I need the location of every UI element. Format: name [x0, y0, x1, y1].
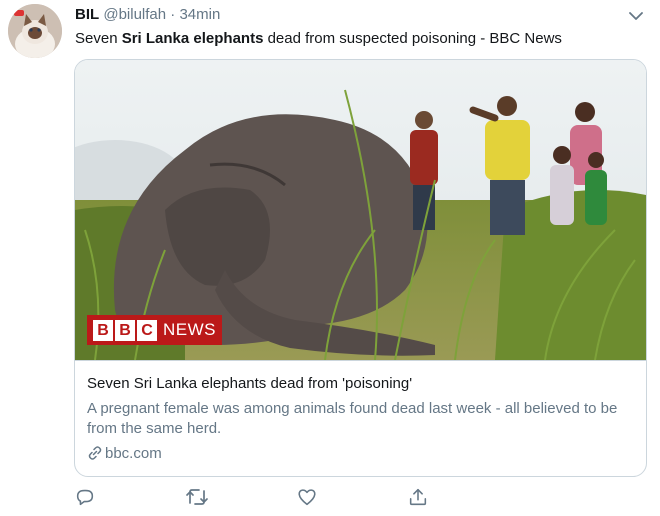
- author-name[interactable]: BIL: [75, 6, 99, 23]
- tweet-actions: [74, 486, 645, 510]
- link-card[interactable]: B B C NEWS Seven Sri Lanka elephants dea…: [74, 59, 647, 477]
- tweet-timestamp[interactable]: 34min: [179, 6, 220, 23]
- bbc-logo-letter-3: C: [137, 319, 157, 341]
- retweet-icon[interactable]: [185, 486, 209, 510]
- link-icon: [88, 446, 102, 460]
- bbc-logo-letter-2: B: [115, 319, 135, 341]
- author-handle[interactable]: @bilulfah: [103, 6, 166, 23]
- separator-dot: ·: [170, 6, 176, 23]
- tweet-text-start: Seven: [75, 30, 122, 47]
- share-icon[interactable]: [407, 486, 431, 510]
- tweet-header: BIL @bilulfah · 34min: [75, 6, 220, 24]
- tweet-text: Seven Sri Lanka elephants dead from susp…: [75, 29, 562, 49]
- card-domain: bbc.com: [87, 445, 162, 462]
- chevron-down-icon[interactable]: [626, 6, 646, 26]
- card-description: A pregnant female was among animals foun…: [87, 400, 618, 437]
- bbc-logo-letter-1: B: [93, 319, 113, 341]
- bbc-logo-news: NEWS: [163, 320, 216, 339]
- heart-icon[interactable]: [296, 486, 320, 510]
- tweet-text-bold: Sri Lanka elephants: [121, 30, 264, 47]
- card-title: Seven Sri Lanka elephants dead from 'poi…: [87, 375, 413, 392]
- card-image[interactable]: B B C NEWS: [75, 60, 646, 361]
- reply-icon[interactable]: [74, 486, 98, 510]
- card-domain-text: bbc.com: [105, 445, 162, 462]
- avatar[interactable]: [8, 4, 62, 58]
- card-body[interactable]: Seven Sri Lanka elephants dead from 'poi…: [75, 360, 646, 476]
- tweet-text-end: dead from suspected poisoning - BBC News: [263, 30, 562, 47]
- bbc-news-logo: B B C NEWS: [87, 315, 222, 345]
